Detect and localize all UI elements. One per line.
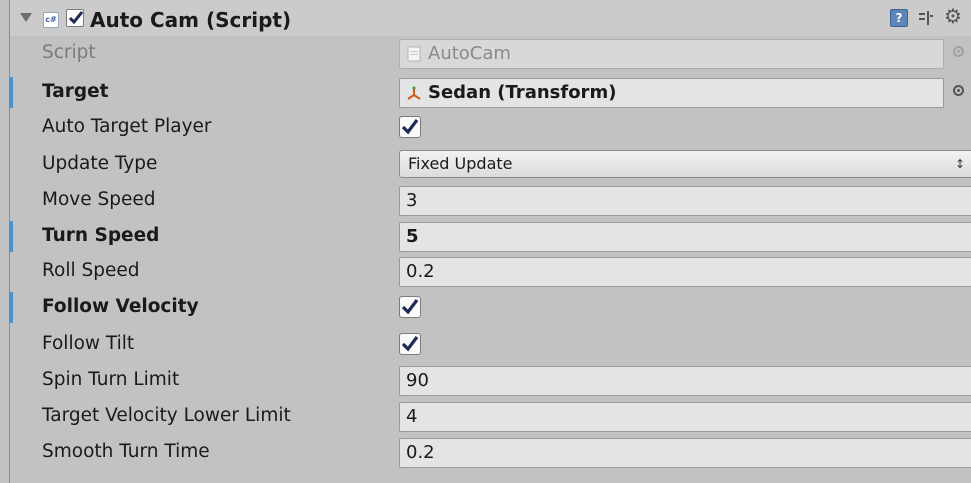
smooth-turn-time-label: Smooth Turn Time <box>42 441 210 462</box>
update-type-label: Update Type <box>42 153 158 174</box>
turn-speed-input[interactable]: 5 <box>399 222 971 252</box>
update-type-dropdown[interactable]: Fixed Update ↕ <box>399 150 971 178</box>
script-asset-icon <box>407 46 421 62</box>
target-label: Target <box>42 81 109 102</box>
turn-speed-label: Turn Speed <box>42 225 160 246</box>
auto-target-player-label: Auto Target Player <box>42 116 212 137</box>
script-object-field: AutoCam <box>399 39 944 69</box>
row-roll-speed: Roll Speed 0.2 <box>10 254 971 290</box>
row-turn-speed: Turn Speed 5 <box>9 219 971 255</box>
follow-tilt-checkbox[interactable] <box>399 333 421 355</box>
row-follow-velocity: Follow Velocity <box>9 290 971 326</box>
component-enabled-checkbox[interactable] <box>66 9 84 27</box>
modified-indicator <box>9 292 13 323</box>
roll-speed-label: Roll Speed <box>42 260 140 281</box>
row-smooth-turn-time: Smooth Turn Time 0.2 <box>10 435 971 471</box>
row-auto-target-player: Auto Target Player <box>10 110 971 146</box>
row-move-speed: Move Speed 3 <box>10 183 971 219</box>
csharp-script-icon: c# <box>43 12 59 28</box>
target-value: Sedan (Transform) <box>428 82 617 103</box>
smooth-turn-time-input[interactable]: 0.2 <box>399 438 971 468</box>
script-value: AutoCam <box>428 43 511 64</box>
preset-icon[interactable] <box>918 10 934 26</box>
transform-icon <box>407 86 421 100</box>
spin-turn-limit-input[interactable]: 90 <box>399 366 971 396</box>
move-speed-input[interactable]: 3 <box>399 186 971 216</box>
roll-speed-input[interactable]: 0.2 <box>399 257 971 287</box>
component-title: Auto Cam (Script) <box>90 8 292 32</box>
help-icon[interactable]: ? <box>890 9 908 27</box>
target-picker-icon[interactable] <box>953 85 964 96</box>
inspector-panel: c# Auto Cam (Script) ? ⚙ Script AutoCam … <box>9 0 971 483</box>
move-speed-label: Move Speed <box>42 189 156 210</box>
row-script: Script AutoCam <box>10 36 971 72</box>
modified-indicator <box>9 77 13 108</box>
script-label: Script <box>42 42 96 63</box>
dropdown-arrows-icon: ↕ <box>954 157 965 171</box>
auto-target-player-checkbox[interactable] <box>399 116 421 138</box>
target-object-field[interactable]: Sedan (Transform) <box>399 78 944 108</box>
row-follow-tilt: Follow Tilt <box>10 327 971 363</box>
script-picker-icon <box>953 46 964 57</box>
modified-indicator <box>9 221 13 252</box>
follow-tilt-label: Follow Tilt <box>42 333 135 354</box>
target-velocity-lower-limit-label: Target Velocity Lower Limit <box>42 405 291 426</box>
update-type-value: Fixed Update <box>408 154 513 173</box>
follow-velocity-label: Follow Velocity <box>42 296 199 317</box>
foldout-arrow-icon[interactable] <box>20 13 32 22</box>
row-spin-turn-limit: Spin Turn Limit 90 <box>10 363 971 399</box>
row-target-velocity-lower-limit: Target Velocity Lower Limit 4 <box>10 399 971 435</box>
follow-velocity-checkbox[interactable] <box>399 296 421 318</box>
target-velocity-lower-limit-input[interactable]: 4 <box>399 402 971 432</box>
spin-turn-limit-label: Spin Turn Limit <box>42 369 180 390</box>
gear-icon[interactable]: ⚙ <box>944 6 962 26</box>
component-header[interactable]: c# Auto Cam (Script) ? ⚙ <box>10 0 971 36</box>
row-update-type: Update Type Fixed Update ↕ <box>10 147 971 183</box>
row-target: Target Sedan (Transform) <box>9 75 971 111</box>
